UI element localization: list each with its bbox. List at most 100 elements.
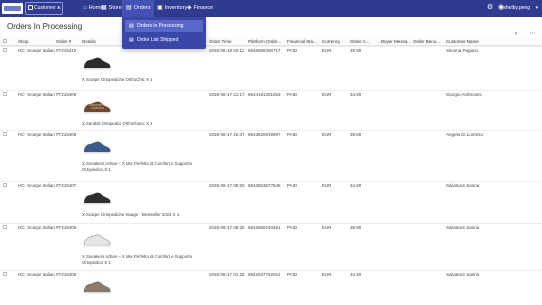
cell-order[interactable]: #T215407 bbox=[56, 183, 76, 188]
cell-shop: HC- Scarpe Italian bbox=[18, 92, 55, 97]
finance-icon: ◈ bbox=[187, 5, 192, 11]
cell-platform: 6842537752021 bbox=[248, 272, 281, 277]
column-header-currency[interactable]: Currency bbox=[322, 39, 340, 44]
cell-platform: 6844191251853 bbox=[248, 92, 281, 97]
page-title: Orders In Processing bbox=[7, 22, 83, 31]
nav-orders[interactable]: ▤ Orders bbox=[122, 0, 155, 17]
cell-amount: 39.90 bbox=[350, 48, 362, 53]
cell-shop: HC- Scarpe Italian bbox=[18, 132, 55, 137]
user-name[interactable]: shelby.peng bbox=[503, 0, 530, 17]
cell-time: 2025-08-18 02:11 bbox=[209, 48, 245, 53]
store-selector-icon bbox=[28, 5, 33, 10]
product-details: X Sneakers Urban – X Mix Perfetto di Com… bbox=[82, 161, 193, 172]
product-image[interactable] bbox=[82, 187, 112, 207]
cell-amount: 34.90 bbox=[350, 272, 362, 277]
row-divider bbox=[0, 130, 542, 131]
cell-currency: EUR bbox=[322, 183, 332, 188]
gear-icon[interactable]: ⚙ bbox=[486, 4, 494, 12]
product-image[interactable] bbox=[82, 136, 112, 156]
menu-item-orders-in-processing[interactable]: ▤ Orders in Processing bbox=[125, 20, 203, 32]
nav-inventory-label: Inventory bbox=[164, 5, 188, 11]
cell-status: PAID bbox=[287, 132, 298, 137]
store-selector[interactable]: Customer ... ▾ bbox=[25, 2, 63, 15]
cell-currency: EUR bbox=[322, 225, 332, 230]
column-header-order-remark[interactable]: Order Beno... bbox=[413, 39, 440, 44]
cell-status: PAID bbox=[287, 92, 298, 97]
column-header-order-time[interactable]: Order Time bbox=[209, 39, 232, 44]
cell-platform: 6843826919997 bbox=[248, 132, 281, 137]
cell-order[interactable]: #T215410 bbox=[56, 48, 76, 53]
cell-customer: Salvatore Sanna bbox=[446, 272, 480, 277]
nav-orders-label: Orders bbox=[133, 5, 151, 11]
shipped-icon: ▤ bbox=[129, 37, 134, 43]
row-checkbox[interactable] bbox=[3, 48, 7, 52]
product-image[interactable] bbox=[82, 229, 112, 249]
row-checkbox[interactable] bbox=[3, 132, 7, 136]
chevron-down-icon[interactable]: ▾ bbox=[535, 0, 538, 17]
column-header-order-amount[interactable]: Order A... bbox=[350, 39, 369, 44]
cell-shop: HC- Scarpe Italian bbox=[18, 48, 55, 53]
row-divider bbox=[0, 46, 542, 47]
menu-item-label: Order List Shipped bbox=[136, 37, 179, 43]
product-image[interactable] bbox=[82, 96, 112, 116]
home-icon: ⌂ bbox=[83, 5, 87, 11]
inventory-icon: ▣ bbox=[157, 5, 163, 11]
cell-currency: EUR bbox=[322, 48, 332, 53]
product-details: X Scarpe Ortopediche Nuage - Bestseller … bbox=[82, 212, 180, 217]
row-divider bbox=[0, 90, 542, 91]
cell-status: PAID bbox=[287, 272, 298, 277]
cell-shop: HC- Scarpe Italian bbox=[18, 183, 55, 188]
column-header-details[interactable]: Details bbox=[82, 39, 96, 44]
nav-finance-label: Finance bbox=[193, 5, 214, 11]
row-checkbox[interactable] bbox=[3, 225, 7, 229]
processing-icon: ▤ bbox=[129, 23, 134, 29]
cell-amount: 39.90 bbox=[350, 132, 362, 137]
cell-order[interactable]: #T215408 bbox=[56, 132, 76, 137]
cell-order[interactable]: #T215409 bbox=[56, 92, 76, 97]
select-all-checkbox[interactable] bbox=[3, 39, 7, 43]
row-divider bbox=[0, 181, 542, 182]
cell-order[interactable]: #T215406 bbox=[56, 225, 76, 230]
nav-inventory[interactable]: ▣ Inventory bbox=[157, 0, 187, 17]
cell-platform: 6843553677645 bbox=[248, 183, 281, 188]
cell-amount: 39.90 bbox=[350, 225, 362, 230]
cell-currency: EUR bbox=[322, 132, 332, 137]
column-header-buyer-message[interactable]: Buyer Messa... bbox=[381, 39, 411, 44]
cell-customer: Giorgio Ambrosini bbox=[446, 92, 482, 97]
cell-platform: 6846688400717 bbox=[248, 48, 281, 53]
table-header: Shop Order # Details Order Time Platform… bbox=[0, 37, 542, 46]
cell-shop: HC- Scarpe Italian bbox=[18, 225, 55, 230]
product-image[interactable] bbox=[82, 52, 112, 72]
column-header-shop[interactable]: Shop bbox=[18, 39, 29, 44]
cell-status: PAID bbox=[287, 183, 298, 188]
row-checkbox[interactable] bbox=[3, 92, 7, 96]
menu-item-label: Orders in Processing bbox=[136, 23, 184, 29]
cell-currency: EUR bbox=[322, 272, 332, 277]
cell-order[interactable]: #T215405 bbox=[56, 272, 76, 277]
cell-time: 2025-08-17 05:35 bbox=[209, 225, 245, 230]
orders-dropdown-menu: ▤ Orders in Processing ▤ Order List Shippe… bbox=[122, 17, 206, 49]
cell-status: PAID bbox=[287, 225, 298, 230]
row-checkbox[interactable] bbox=[3, 183, 7, 187]
cell-amount: 34.90 bbox=[350, 92, 362, 97]
column-header-customer-name[interactable]: Customer Name bbox=[446, 39, 479, 44]
row-checkbox[interactable] bbox=[3, 272, 7, 276]
company-logo[interactable] bbox=[2, 3, 23, 14]
product-image[interactable] bbox=[82, 276, 112, 296]
nav-finance[interactable]: ◈ Finance bbox=[187, 0, 213, 17]
cell-amount: 34.90 bbox=[350, 183, 362, 188]
cell-customer: Simona Pagano bbox=[446, 48, 479, 53]
top-navigation-bar: Customer ... ▾ ⌂ Home ▦ Stores ▤ Orders ▣ In… bbox=[0, 0, 542, 17]
cell-time: 2025-08-17 21:17 bbox=[209, 92, 245, 97]
column-header-financial-status[interactable]: Financial Sta... bbox=[287, 39, 317, 44]
row-divider bbox=[0, 270, 542, 271]
store-icon: ▦ bbox=[101, 5, 107, 11]
cell-time: 2025-08-17 01:25 bbox=[209, 272, 245, 277]
cell-time: 2025-08-17 16:37 bbox=[209, 132, 245, 137]
menu-item-order-list-shipped[interactable]: ▤ Order List Shipped bbox=[125, 34, 203, 46]
cell-customer: Salvatore Sanna bbox=[446, 225, 480, 230]
cell-customer: Salvatore Sanna bbox=[446, 183, 480, 188]
column-header-order[interactable]: Order # bbox=[56, 39, 71, 44]
column-header-platform-order[interactable]: Platform Order... bbox=[248, 39, 281, 44]
cell-shop: HC- Scarpe Italian bbox=[18, 272, 55, 277]
